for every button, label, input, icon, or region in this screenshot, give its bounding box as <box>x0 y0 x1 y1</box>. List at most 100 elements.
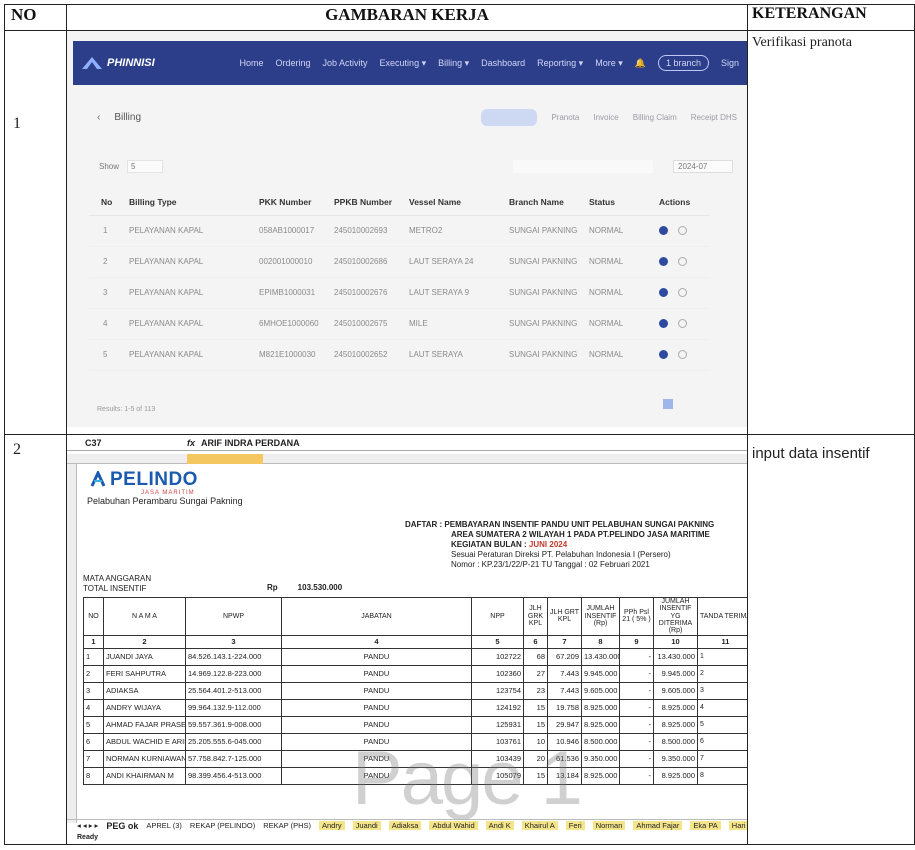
cell-npp[interactable]: 125931 <box>471 715 524 734</box>
branch-button[interactable]: 1 branch <box>657 55 709 71</box>
cell-tanda-terima[interactable]: 7 <box>697 749 747 768</box>
cell-jabatan[interactable]: PANDU <box>281 698 472 717</box>
table-row[interactable]: 1 PELAYANAN KAPAL 058AB1000017 245010002… <box>89 215 709 247</box>
table-row[interactable]: 3 ADIAKSA 25.564.401.2-513.000 PANDU 123754 2… <box>83 681 747 700</box>
sheet-tab[interactable]: APREL (3) <box>146 821 182 830</box>
sheet-tab[interactable]: REKAP (PELINDO) <box>190 821 255 830</box>
nav-job-activity[interactable]: Job Activity <box>323 58 368 68</box>
cell-tanda-terima[interactable]: 8 <box>697 766 747 785</box>
cell-grk[interactable]: 27 <box>523 664 548 683</box>
cell-nama[interactable]: FERI SAHPUTRA <box>103 664 186 683</box>
cell-grt[interactable]: 13.184 <box>547 766 582 785</box>
table-row[interactable]: 4 PELAYANAN KAPAL 6MHOE1000060 245010002… <box>89 308 709 340</box>
cell-jumlah[interactable]: 13.430.000 <box>581 647 620 666</box>
cell-nama[interactable]: ABDUL WACHID E ARIF <box>103 732 186 751</box>
cell-no[interactable]: 6 <box>83 732 104 751</box>
cell-grk[interactable]: 15 <box>523 698 548 717</box>
cell-jabatan[interactable]: PANDU <box>281 766 472 785</box>
cell-nama[interactable]: JUANDI JAYA <box>103 647 186 666</box>
cell-jabatan[interactable]: PANDU <box>281 664 472 683</box>
cell-diterima[interactable]: 9.945.000 <box>653 664 698 683</box>
table-row[interactable]: 6 ABDUL WACHID E ARIF 25.205.555.6-045.000… <box>83 732 747 751</box>
cell-jumlah[interactable]: 9.605.000 <box>581 681 620 700</box>
cell-nama[interactable]: ANDI KHAIRMAN M <box>103 766 186 785</box>
search-input[interactable] <box>513 159 653 173</box>
cell-npwp[interactable]: 25.564.401.2-513.000 <box>185 681 282 700</box>
app-logo[interactable]: PHINNISI <box>81 56 239 70</box>
cell-pph[interactable]: - <box>619 647 654 666</box>
cell-npp[interactable]: 102360 <box>471 664 524 683</box>
cell-pph[interactable]: - <box>619 681 654 700</box>
cell-diterima[interactable]: 8.925.000 <box>653 715 698 734</box>
view-icon[interactable] <box>659 319 668 328</box>
nav-billing[interactable]: Billing ▾ <box>438 58 469 69</box>
cell-no[interactable]: 3 <box>83 681 104 700</box>
cell-npp[interactable]: 105079 <box>471 766 524 785</box>
cell-no[interactable]: 8 <box>83 766 104 785</box>
table-row[interactable]: 2 FERI SAHPUTRA 14.969.122.8-223.000 PANDU 1… <box>83 664 747 683</box>
cell-jabatan[interactable]: PANDU <box>281 715 472 734</box>
tab-invoice[interactable]: Invoice <box>593 113 618 122</box>
cell-nama[interactable]: ANDRY WIJAYA <box>103 698 186 717</box>
sheet-tab[interactable]: Adiaksa <box>388 821 422 830</box>
cell-grt[interactable]: 19.758 <box>547 698 582 717</box>
sheet-tab[interactable]: Khairul A <box>521 821 558 830</box>
settings-icon[interactable] <box>678 288 687 297</box>
cell-npp[interactable]: 103761 <box>471 732 524 751</box>
formula-input[interactable]: ARIF INDRA PERDANA <box>201 438 300 448</box>
cell-reference[interactable]: C37 <box>67 438 127 448</box>
settings-icon[interactable] <box>678 350 687 359</box>
cell-grk[interactable]: 15 <box>523 715 548 734</box>
cell-jumlah[interactable]: 8.925.000 <box>581 715 620 734</box>
cell-jabatan[interactable]: PANDU <box>281 681 472 700</box>
cell-diterima[interactable]: 8.925.000 <box>653 698 698 717</box>
cell-jumlah[interactable]: 8.925.000 <box>581 698 620 717</box>
cell-no[interactable]: 7 <box>83 749 104 768</box>
cell-grt[interactable]: 10.946 <box>547 732 582 751</box>
cell-npwp[interactable]: 98.399.456.4-513.000 <box>185 766 282 785</box>
cell-pph[interactable]: - <box>619 732 654 751</box>
settings-icon[interactable] <box>678 257 687 266</box>
view-icon[interactable] <box>659 257 668 266</box>
table-row[interactable]: 3 PELAYANAN KAPAL EPIMB1000031 245010002… <box>89 277 709 309</box>
cell-tanda-terima[interactable]: 2 <box>697 664 747 683</box>
cell-grk[interactable]: 23 <box>523 681 548 700</box>
cell-jabatan[interactable]: PANDU <box>281 647 472 666</box>
cell-tanda-terima[interactable]: 4 <box>697 698 747 717</box>
view-icon[interactable] <box>659 350 668 359</box>
cell-pph[interactable]: - <box>619 698 654 717</box>
cell-pph[interactable]: - <box>619 715 654 734</box>
cell-grk[interactable]: 20 <box>523 749 548 768</box>
bell-icon[interactable]: 🔔 <box>635 58 646 69</box>
cell-npp[interactable]: 124192 <box>471 698 524 717</box>
pagination-current[interactable] <box>663 399 673 409</box>
nav-more[interactable]: More ▾ <box>595 58 623 69</box>
cell-jumlah[interactable]: 8.500.000 <box>581 732 620 751</box>
sheet-tab[interactable]: Eka PA <box>690 821 721 830</box>
cell-diterima[interactable]: 9.605.000 <box>653 681 698 700</box>
nav-home[interactable]: Home <box>239 58 263 68</box>
cell-no[interactable]: 5 <box>83 715 104 734</box>
cell-diterima[interactable]: 8.500.000 <box>653 732 698 751</box>
tab-receipt-dhs[interactable]: Receipt DHS <box>691 113 737 122</box>
view-icon[interactable] <box>659 288 668 297</box>
tab-billing-claim[interactable]: Billing Claim <box>633 113 677 122</box>
cell-npp[interactable]: 102722 <box>471 647 524 666</box>
cell-tanda-terima[interactable]: 3 <box>697 681 747 700</box>
cell-grk[interactable]: 68 <box>523 647 548 666</box>
settings-icon[interactable] <box>678 226 687 235</box>
cell-tanda-terima[interactable]: 5 <box>697 715 747 734</box>
cell-tanda-terima[interactable]: 1 <box>697 647 747 666</box>
cell-pph[interactable]: - <box>619 766 654 785</box>
user-menu[interactable]: Sign <box>721 58 739 68</box>
table-row[interactable]: 4 ANDRY WIJAYA 99.964.132.9-112.000 PANDU 12… <box>83 698 747 717</box>
cell-no[interactable]: 1 <box>83 647 104 666</box>
cell-no[interactable]: 2 <box>83 664 104 683</box>
cell-grt[interactable]: 7.443 <box>547 681 582 700</box>
sheet-tab[interactable]: Feri <box>565 821 585 830</box>
table-row[interactable]: 5 PELAYANAN KAPAL M821E1000030 245010002… <box>89 339 709 371</box>
cell-tanda-terima[interactable]: 6 <box>697 732 747 751</box>
sheet-tab[interactable]: PEG ok <box>106 821 138 831</box>
cell-grt[interactable]: 29.947 <box>547 715 582 734</box>
view-icon[interactable] <box>659 226 668 235</box>
